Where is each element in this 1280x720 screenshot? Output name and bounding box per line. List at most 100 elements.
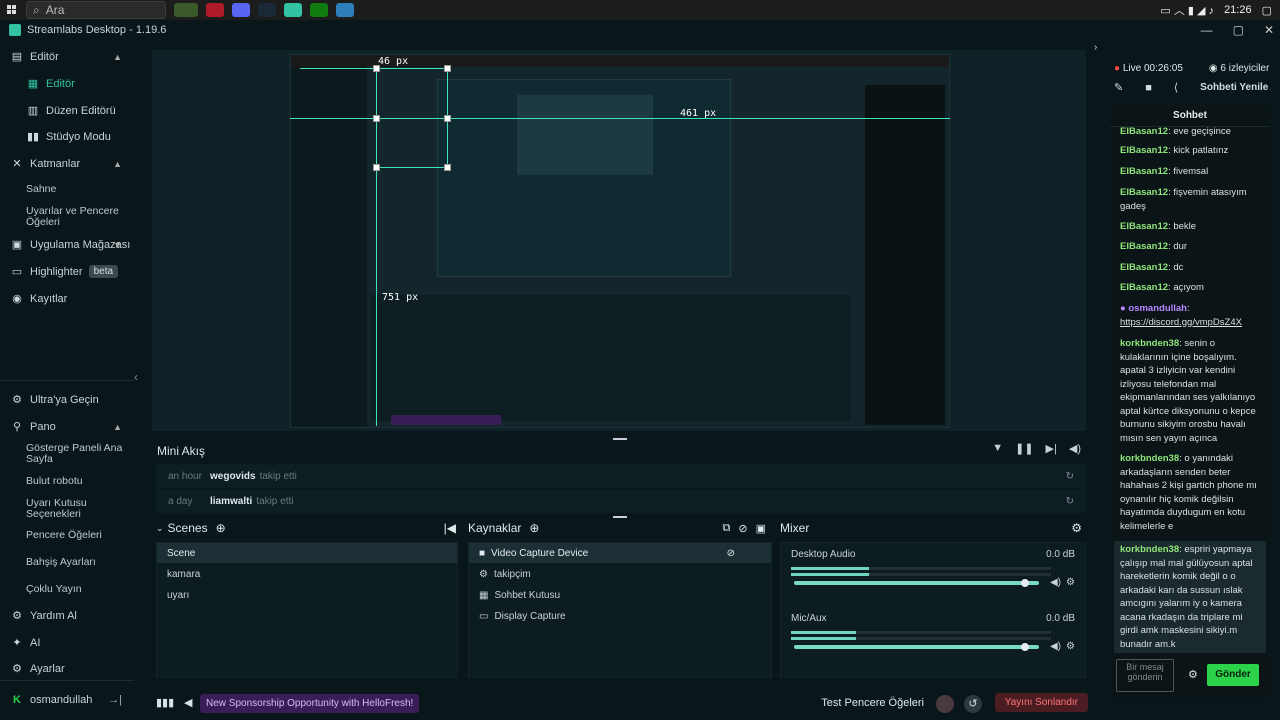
app-icon-blue[interactable] — [336, 3, 354, 17]
notification-icon[interactable]: ▢ — [1262, 4, 1272, 17]
sidebar-item-alerts[interactable]: Uyarılar ve Pencere Öğeleri — [26, 206, 126, 228]
volume-slider[interactable] — [794, 581, 1039, 585]
source-item[interactable]: ▭ Display Capture — [469, 606, 771, 626]
resize-handle[interactable] — [444, 115, 451, 122]
source-item[interactable]: ▦ Sohbet Kutusu — [469, 585, 771, 605]
visibility-off-icon[interactable]: ⊘ — [727, 548, 735, 559]
sidebar-group-dashboard[interactable]: ⚲ Pano ▲ — [0, 420, 134, 434]
sidebar-item-ai[interactable]: ✦ AI — [0, 636, 134, 650]
kick-icon: K — [13, 694, 21, 706]
expand-chat-icon[interactable]: › — [1094, 42, 1097, 53]
steam-icon[interactable] — [258, 3, 276, 17]
filter-icon[interactable]: ▼ — [992, 442, 1003, 455]
gear-icon[interactable]: ⚙ — [1066, 641, 1075, 652]
discord-icon[interactable] — [232, 3, 250, 17]
scene-item[interactable]: kamara — [157, 564, 457, 584]
taskbar-search[interactable]: ⌕ Ara — [26, 1, 166, 19]
stats-icon[interactable]: ▮▮▮ — [156, 696, 174, 709]
taskbar-thumbnail[interactable] — [174, 3, 198, 17]
volume-slider-handle[interactable] — [1021, 579, 1029, 587]
sidebar-item-scene[interactable]: Sahne — [26, 184, 126, 195]
link-icon[interactable]: ⊘ — [738, 522, 747, 535]
collapse-panel-icon[interactable]: |◀ — [444, 521, 456, 535]
sidebar-item-widgets[interactable]: Pencere Öğeleri — [26, 530, 126, 541]
resize-handle[interactable] — [373, 164, 380, 171]
preview-video-capture[interactable] — [290, 54, 950, 428]
resize-handle[interactable] — [444, 65, 451, 72]
chat-message: ElBasan12: fişvemin atasıyım gadeş — [1120, 187, 1247, 212]
edit-icon[interactable]: ✎ — [1114, 81, 1123, 95]
sidebar-item-settings[interactable]: ⚙ Ayarlar — [0, 662, 134, 676]
chat-message-input[interactable]: Bir mesaj gönderin — [1116, 659, 1174, 692]
sidebar-item-highlighter[interactable]: ▭ Highlighter beta — [0, 265, 134, 278]
sidebar-item-recordings[interactable]: ◉ Kayıtlar — [0, 292, 134, 306]
sidebar-item-dashboard-home[interactable]: Gösterge Paneli Ana Sayfa — [26, 443, 126, 465]
copy-icon[interactable]: ⧉ — [723, 522, 731, 535]
logout-icon[interactable]: →| — [108, 694, 122, 706]
volume-slider[interactable] — [794, 645, 1039, 649]
chat-link[interactable]: https://discord.gg/vmpDsZ4X — [1120, 317, 1242, 328]
source-item[interactable]: ⚙ takipçim — [469, 564, 771, 584]
test-widgets-button[interactable]: Test Pencere Öğeleri — [821, 697, 924, 709]
start-button[interactable] — [0, 0, 24, 20]
megaphone-icon[interactable]: ◀ — [184, 696, 192, 709]
sidebar-item-ultra[interactable]: ⚙ Ultra'ya Geçin — [0, 393, 134, 407]
resize-grip[interactable] — [613, 516, 627, 518]
sidebar-item-tip-settings[interactable]: Bahşiş Ayarları — [26, 557, 126, 568]
share-icon[interactable]: ⟨ — [1174, 81, 1178, 95]
chat-settings-gear-icon[interactable]: ⚙ — [1188, 668, 1198, 682]
add-scene-icon[interactable]: ⊕ — [216, 521, 226, 535]
dashboard-icon: ⚲ — [12, 421, 22, 433]
folder-icon[interactable]: ▣ — [756, 522, 766, 535]
source-item[interactable]: ■ Video Capture Device ⊘ — [469, 543, 771, 563]
gear-icon[interactable]: ⚙ — [1071, 521, 1082, 535]
volume-slider-handle[interactable] — [1021, 643, 1029, 651]
streamlabs-icon[interactable] — [284, 3, 302, 17]
minimize-icon[interactable]: — — [1201, 23, 1213, 37]
speaker-icon[interactable]: ◀) — [1050, 577, 1061, 588]
repeat-icon[interactable]: ↻ — [1066, 496, 1074, 507]
sidebar-item-alertbox[interactable]: Uyarı Kutusu Seçenekleri — [26, 498, 126, 520]
refresh-chat-button[interactable]: Sohbeti Yenile — [1200, 81, 1268, 95]
skip-icon[interactable]: ▶| — [1046, 442, 1057, 455]
xbox-icon[interactable] — [310, 3, 328, 17]
pause-icon[interactable]: ❚❚ — [1015, 442, 1033, 455]
scene-item[interactable]: Scene — [157, 543, 457, 563]
highlighter-icon: ▭ — [11, 266, 23, 278]
close-icon[interactable]: ✕ — [1264, 23, 1274, 37]
sidebar-item-editor[interactable]: ▦ Editör — [16, 77, 150, 91]
sponsorship-banner[interactable]: New Sponsorship Opportunity with HelloFr… — [200, 694, 420, 713]
chevron-down-icon[interactable]: ⌄ — [156, 523, 164, 534]
audio-meter — [791, 631, 1051, 634]
end-stream-button[interactable]: Yayını Sonlandır — [994, 693, 1088, 712]
chat-message: ElBasan12: dur — [1120, 241, 1188, 252]
sidebar-item-app-store[interactable]: ▣ Uygulama Mağazası ▼ — [0, 238, 134, 252]
speaker-icon[interactable]: ◀) — [1050, 641, 1061, 652]
replay-icon[interactable]: ↺ — [964, 695, 982, 713]
nested-preview-inner — [517, 95, 653, 175]
app-titlebar: Streamlabs Desktop - 1.19.6 — ▢ ✕ — [0, 20, 1280, 40]
sidebar-item-help[interactable]: ⚙ Yardım Al — [0, 609, 134, 623]
sidebar-group-layers[interactable]: ✕ Katmanlar ▲ — [0, 157, 134, 171]
gear-icon[interactable]: ⚙ — [1066, 577, 1075, 588]
sidebar-item-multistream[interactable]: Çoklu Yayın — [26, 584, 126, 595]
sidebar-item-layout-editor[interactable]: ▥ Düzen Editörü — [16, 104, 150, 118]
resize-handle[interactable] — [373, 115, 380, 122]
sidebar-group-editor[interactable]: ▤ Editör ▲ — [0, 50, 134, 64]
app-icon-red[interactable] — [206, 3, 224, 17]
scene-item[interactable]: uyarı — [157, 585, 457, 605]
resize-handle[interactable] — [444, 164, 451, 171]
add-source-icon[interactable]: ⊕ — [529, 521, 539, 535]
sidebar-item-cloudbot[interactable]: Bulut robotu — [26, 476, 126, 487]
windows-icon — [7, 5, 16, 14]
camera-icon[interactable]: ■ — [1145, 81, 1152, 95]
send-button[interactable]: Gönder — [1207, 664, 1259, 686]
record-button[interactable] — [936, 695, 954, 713]
sidebar-item-studio-mode[interactable]: ▮▮ Stüdyo Modu — [16, 130, 150, 144]
maximize-icon[interactable]: ▢ — [1233, 23, 1244, 37]
collapse-sidebar-icon[interactable]: ‹ — [134, 370, 138, 384]
tray-icons[interactable]: ▭ ︿ ▮ ◢ ♪ — [1160, 2, 1214, 18]
sidebar-user[interactable]: Kosmandullah →| — [0, 694, 134, 706]
repeat-icon[interactable]: ↻ — [1066, 471, 1074, 482]
volume-icon[interactable]: ◀) — [1069, 442, 1081, 455]
